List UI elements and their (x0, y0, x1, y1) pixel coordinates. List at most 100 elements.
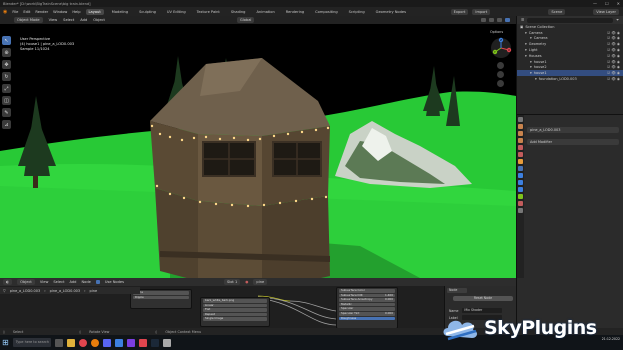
node-menu-view[interactable]: View (40, 280, 49, 284)
filter-icon[interactable]: ⏷ (616, 18, 619, 22)
world-tab-icon[interactable] (518, 152, 523, 157)
outliner-search-input[interactable] (527, 17, 614, 23)
tab-rendering[interactable]: Rendering (283, 9, 307, 15)
tab-scripting[interactable]: Scripting (346, 9, 368, 15)
visibility-toggle-icons[interactable]: ☑ 👁 ◉ (607, 60, 620, 64)
output-tab-icon[interactable] (518, 131, 523, 136)
visibility-toggle-icons[interactable]: ☑ 👁 ◉ (607, 31, 620, 35)
viewport-menu-add[interactable]: Add (80, 18, 87, 22)
orientation-selector[interactable]: Global (236, 17, 255, 23)
visibility-toggle-icons[interactable]: ☑ 👁 ◉ (607, 48, 620, 52)
menu-render[interactable]: Render (35, 10, 48, 14)
camera-view-icon[interactable] (497, 80, 504, 87)
node-menu-select[interactable]: Select (53, 280, 64, 284)
tab-sculpting[interactable]: Sculpting (136, 9, 159, 15)
physics-tab-icon[interactable] (518, 180, 523, 185)
tab-uv-editing[interactable]: UV Editing (164, 9, 189, 15)
constraints-tab-icon[interactable] (518, 187, 523, 192)
zoom-icon[interactable] (497, 62, 504, 69)
viewport-menu-object[interactable]: Object (93, 18, 105, 22)
particles-tab-icon[interactable] (518, 173, 523, 178)
import-button[interactable]: Import (472, 8, 491, 15)
shading-solid-icon[interactable] (489, 18, 494, 22)
bsdf-field[interactable]: Roughness (339, 316, 395, 321)
material-name-field[interactable]: pine (253, 279, 268, 285)
visibility-toggle-icons[interactable]: ☑ 👁 ◉ (607, 65, 620, 69)
tool-tab-icon[interactable] (518, 117, 523, 122)
visibility-toggle-icons[interactable]: ☑ 👁 ◉ (607, 54, 620, 58)
node-menu-node[interactable]: Node (81, 280, 90, 284)
axis-gizmo-icon[interactable]: X Y Z (490, 37, 512, 59)
slot-selector[interactable]: Slot 1 (223, 279, 241, 285)
windows-start-icon[interactable]: ⊞ (2, 338, 9, 347)
tab-texture-paint[interactable]: Texture Paint (194, 9, 223, 15)
move-tool-icon[interactable]: ✥ (2, 60, 11, 69)
visibility-toggle-icons[interactable]: ☑ 👁 ◉ (607, 77, 620, 81)
outliner-row[interactable]: ▾ foundation_LOD0.003 ☑ 👁 ◉ (517, 76, 623, 82)
minimize-button[interactable]: — (593, 1, 597, 6)
node-menu-add[interactable]: Add (69, 280, 76, 284)
visibility-toggle-icons[interactable]: ☑ 👁 ◉ (607, 42, 620, 46)
tab-modeling[interactable]: Modeling (109, 9, 131, 15)
measure-tool-icon[interactable]: ⊿ (2, 120, 11, 129)
node-tab[interactable]: Node (447, 288, 467, 293)
tab-geometry-nodes[interactable]: Geometry Nodes (373, 9, 409, 15)
data-tab-icon[interactable] (518, 194, 523, 199)
tab-compositing[interactable]: Compositing (312, 9, 341, 15)
taskbar-search-input[interactable]: Type here to search (12, 338, 51, 347)
transform-tool-icon[interactable]: ◫ (2, 96, 11, 105)
reset-node-button[interactable]: Reset Node (453, 296, 513, 301)
options-button[interactable]: Options (490, 30, 512, 34)
discord-icon[interactable] (102, 338, 111, 347)
viewport-menu-select[interactable]: Select (63, 18, 74, 22)
tab-shading[interactable]: Shading (228, 9, 249, 15)
modifier-tab-icon[interactable] (518, 166, 523, 171)
blender-taskbar-icon[interactable] (90, 338, 99, 347)
navigation-gizmo[interactable]: Options X Y Z (490, 30, 512, 87)
chrome-icon[interactable] (78, 338, 87, 347)
image-texture-node[interactable]: bark_white_bark.png Linear Flat Repeat S… (200, 297, 270, 327)
visibility-toggle-icons[interactable]: ☑ 👁 ◉ (607, 36, 620, 40)
outliner-display-icon[interactable]: ☰ (521, 18, 524, 22)
menu-help[interactable]: Help (72, 10, 80, 14)
source-field[interactable]: Single Image (203, 317, 267, 321)
node-name-field[interactable]: Mix Shader (462, 308, 503, 313)
app-icon-2[interactable] (126, 338, 135, 347)
scene-tab-icon[interactable] (518, 145, 523, 150)
cursor-tool-icon[interactable]: ⊕ (2, 48, 11, 57)
view-layer-selector[interactable]: View Layer (593, 8, 619, 15)
texture-tab-icon[interactable] (518, 208, 523, 213)
menu-edit[interactable]: Edit (23, 10, 30, 14)
close-button[interactable]: ✕ (617, 1, 620, 6)
ripple-field[interactable]: Ripple (133, 295, 189, 300)
shading-material-icon[interactable] (497, 18, 502, 22)
shading-wireframe-icon[interactable] (481, 18, 486, 22)
add-modifier-button[interactable]: Add Modifier (527, 139, 619, 145)
maximize-button[interactable]: ☐ (605, 1, 609, 6)
select-tool-icon[interactable]: ↖ (2, 36, 11, 45)
menu-file[interactable]: File (12, 10, 18, 14)
shading-rendered-icon[interactable] (505, 18, 510, 22)
mode-selector[interactable]: Object Mode (14, 17, 43, 23)
scale-tool-icon[interactable]: ⤢ (2, 84, 11, 93)
file-explorer-icon[interactable] (66, 338, 75, 347)
tab-animation[interactable]: Animation (253, 9, 277, 15)
app-icon[interactable] (114, 338, 123, 347)
principled-bsdf-node[interactable]: Subsurface Color Subsurface IOR 1.400 Subsu… (336, 287, 398, 329)
menu-window[interactable]: Window (53, 10, 67, 14)
material-tab-icon[interactable] (518, 201, 523, 206)
3d-viewport[interactable] (0, 16, 516, 278)
taskbar-clock[interactable]: 21:12.2022 (602, 337, 620, 342)
shader-type-selector[interactable]: Object (17, 279, 35, 285)
object-name-field[interactable]: pine_a_LOD0.003 (527, 127, 619, 133)
rotate-tool-icon[interactable]: ↻ (2, 72, 11, 81)
object-tab-icon[interactable] (518, 159, 523, 164)
visibility-toggle-icons[interactable]: ☑ 👁 ◉ (607, 71, 620, 75)
app-icon-3[interactable] (138, 338, 147, 347)
blender-logo-icon[interactable]: ◉ (3, 9, 7, 15)
render-tab-icon[interactable] (518, 124, 523, 129)
task-view-icon[interactable] (54, 338, 63, 347)
color-space-field[interactable]: Linear (203, 303, 267, 308)
view-layer-tab-icon[interactable] (518, 138, 523, 143)
tab-layout[interactable]: Layout (85, 8, 104, 15)
